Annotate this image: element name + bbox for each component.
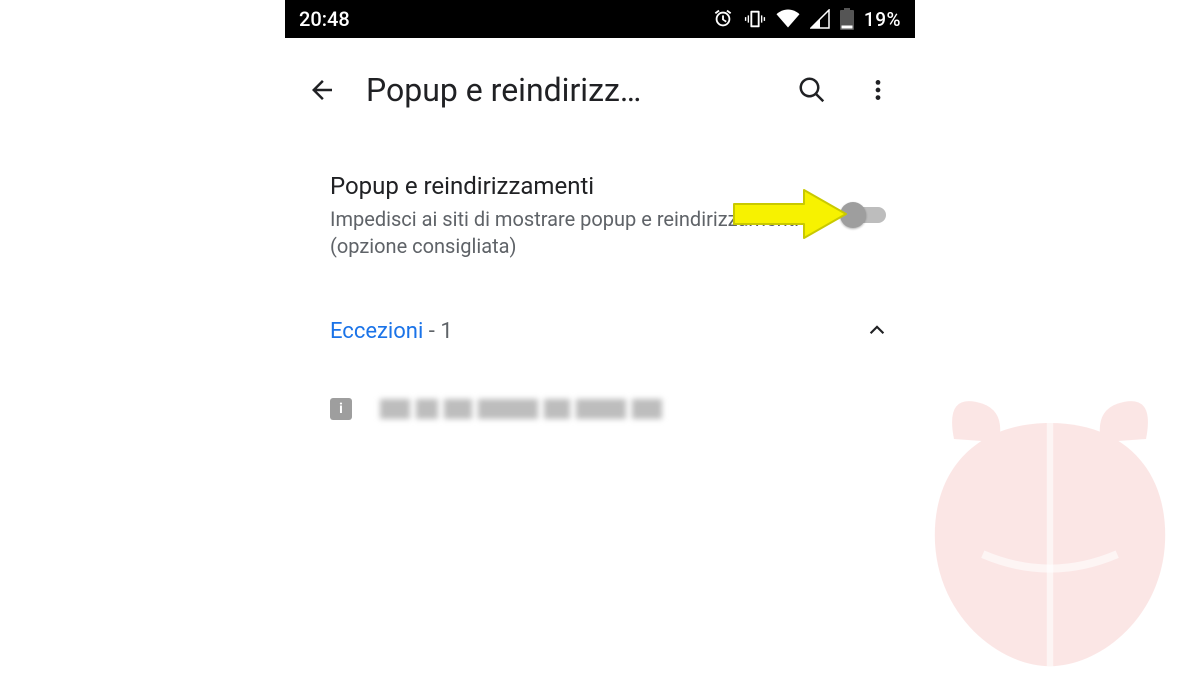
exceptions-link[interactable]: Eccezioni — [330, 319, 423, 344]
wifi-icon — [776, 9, 800, 29]
status-bar: 20:48 19% — [285, 0, 915, 38]
arrow-back-icon — [307, 75, 337, 105]
battery-icon — [840, 8, 854, 30]
exceptions-separator: - — [423, 319, 440, 344]
exception-site-redacted — [380, 399, 662, 419]
exceptions-count: 1 — [440, 319, 452, 344]
more-options-button[interactable] — [856, 68, 900, 112]
search-button[interactable] — [790, 68, 834, 112]
exceptions-row[interactable]: Eccezioni - 1 — [330, 316, 890, 346]
setting-title: Popup e reindirizzamenti — [330, 172, 802, 200]
back-button[interactable] — [300, 68, 344, 112]
toggle-thumb — [840, 202, 866, 228]
popup-redirect-setting[interactable]: Popup e reindirizzamenti Impedisci ai si… — [330, 172, 890, 260]
popup-redirect-toggle[interactable] — [842, 200, 890, 228]
watermark-icon — [890, 375, 1200, 675]
vibrate-icon — [744, 8, 766, 30]
page-title: Popup e reindirizz… — [366, 71, 768, 109]
more-vert-icon — [865, 75, 891, 105]
setting-description: Impedisci ai siti di mostrare popup e re… — [330, 206, 802, 260]
app-bar: Popup e reindirizz… — [300, 60, 900, 120]
status-icons: 19% — [712, 8, 901, 31]
search-icon — [797, 75, 827, 105]
collapse-button[interactable] — [864, 316, 890, 346]
alarm-icon — [712, 8, 734, 30]
exception-entry[interactable]: i — [330, 398, 890, 420]
battery-percent: 19% — [864, 8, 901, 31]
site-icon: i — [330, 398, 352, 420]
status-clock: 20:48 — [299, 7, 350, 31]
cell-signal-icon — [810, 9, 830, 29]
chevron-up-icon — [864, 316, 890, 342]
